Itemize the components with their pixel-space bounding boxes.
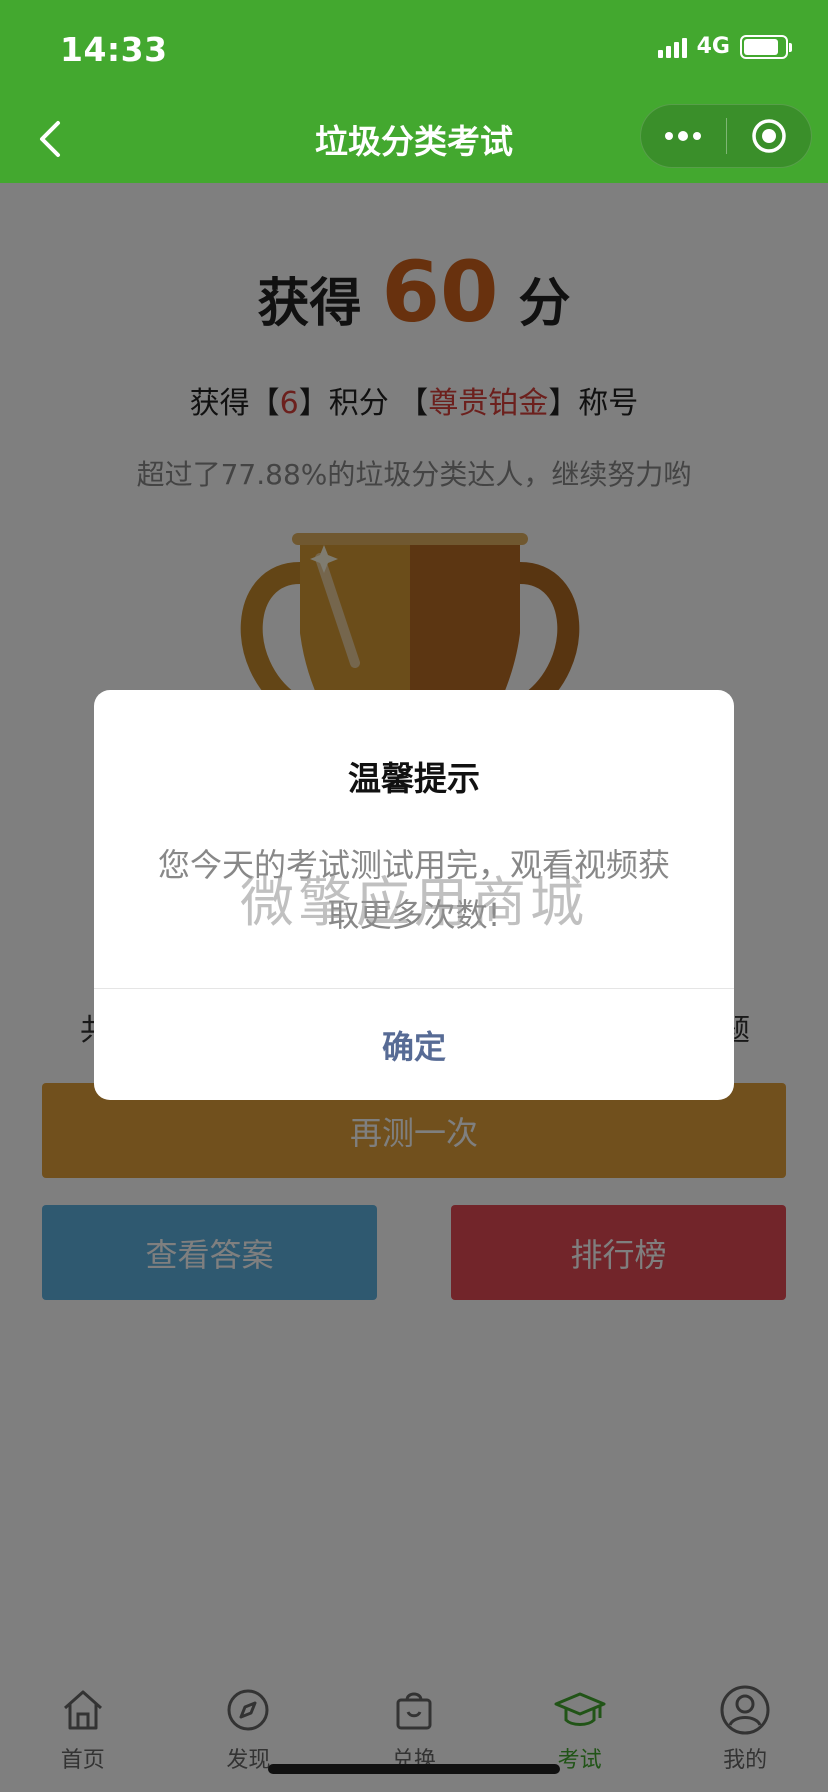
dialog-title: 温馨提示	[348, 759, 480, 798]
app-root: 14:33 4G 垃圾分类考试 获得60分	[0, 0, 828, 1792]
network-label: 4G	[696, 34, 730, 59]
more-dots-icon[interactable]	[641, 104, 726, 168]
nav-bar: 垃圾分类考试	[0, 95, 828, 183]
confirm-button[interactable]: 确定	[94, 989, 734, 1100]
watermark-text: 微擎应用商城	[240, 871, 588, 934]
status-indicators: 4G	[657, 34, 792, 59]
signal-icon	[657, 36, 687, 58]
status-bar: 14:33 4G	[0, 0, 828, 95]
home-indicator	[268, 1764, 560, 1774]
battery-level	[744, 38, 778, 55]
record-icon[interactable]	[727, 104, 812, 168]
status-time: 14:33	[60, 30, 168, 69]
mini-program-capsule	[640, 104, 812, 168]
battery-icon	[740, 34, 792, 59]
